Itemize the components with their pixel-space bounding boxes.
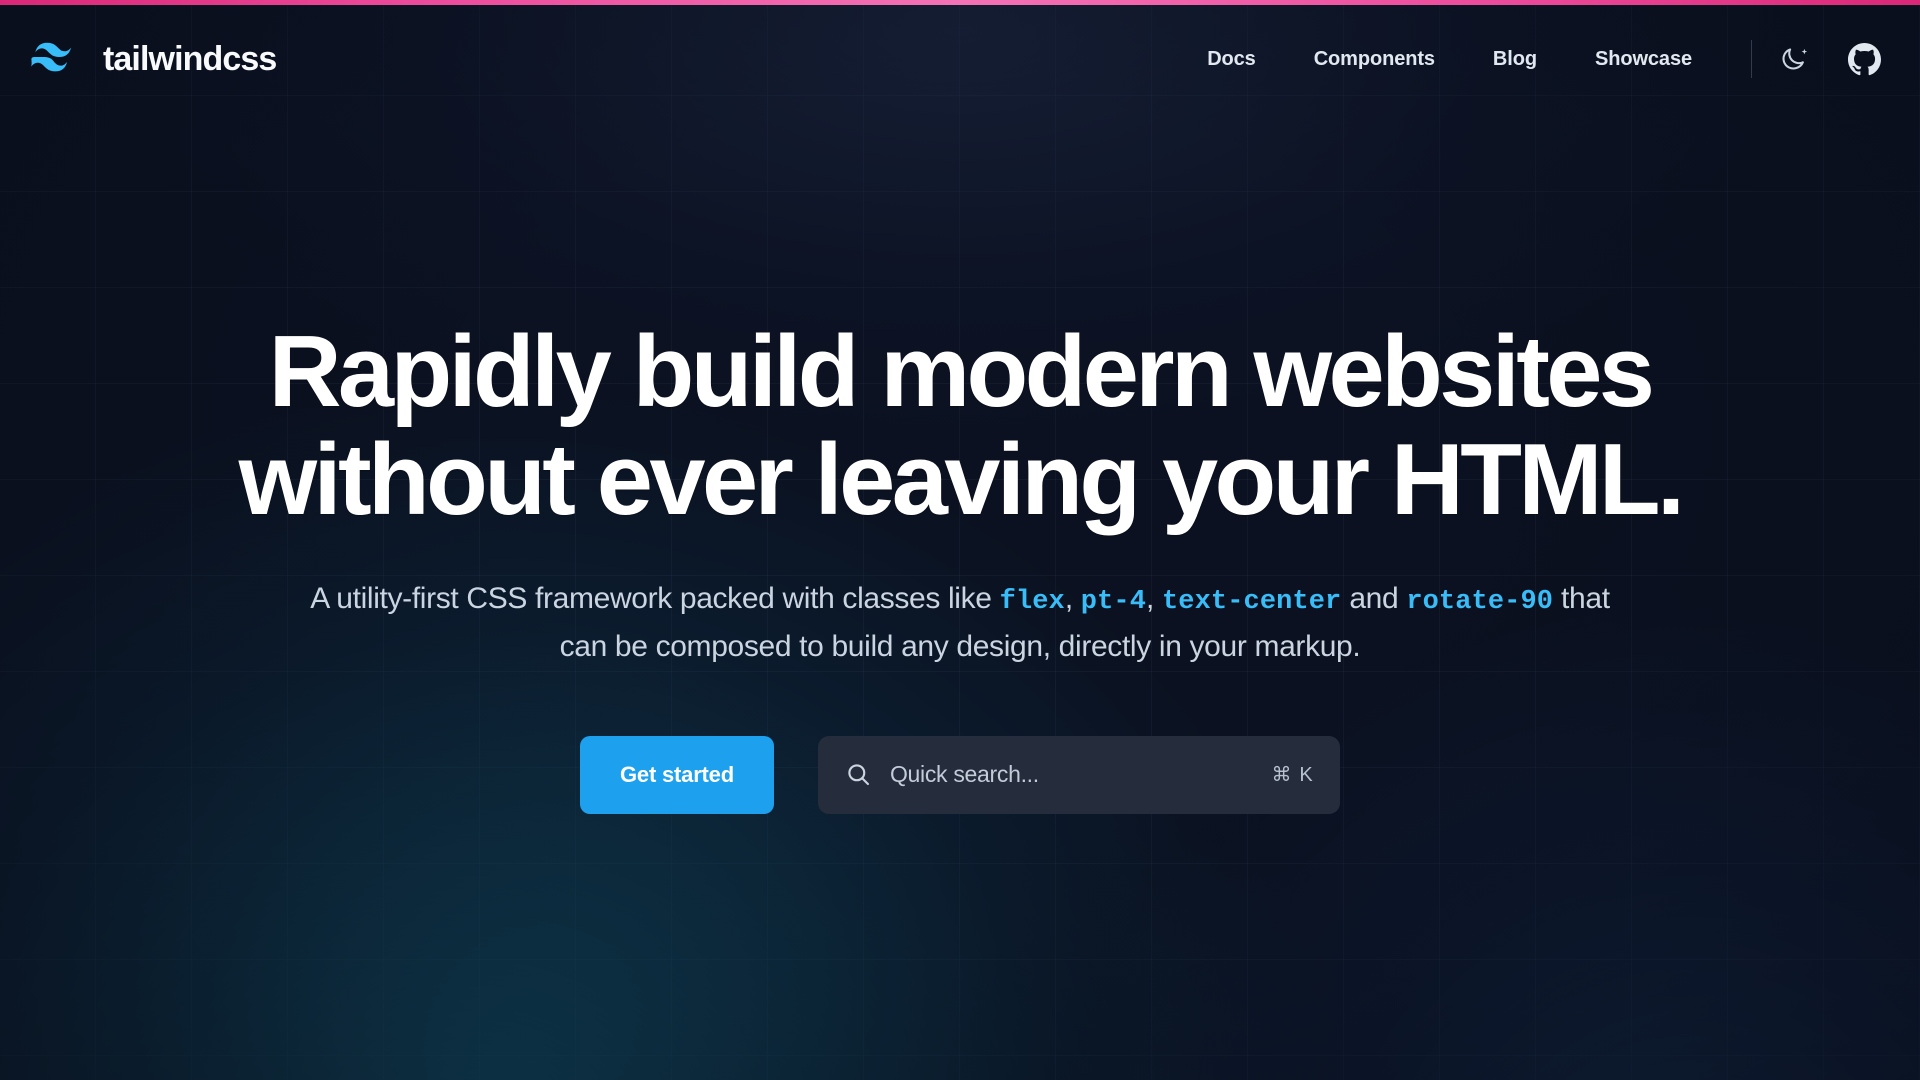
nav-link-showcase[interactable]: Showcase (1566, 42, 1721, 77)
github-link[interactable] (1842, 37, 1886, 81)
search-icon (848, 764, 869, 786)
hero-subtitle: A utility-first CSS framework packed wit… (290, 576, 1630, 670)
class-token-rotate-90: rotate-90 (1406, 587, 1554, 618)
subtitle-text-part-2: and (1341, 582, 1407, 616)
hero-section: Rapidly build modern websites without ev… (0, 118, 1920, 814)
search-placeholder-text: Quick search... (889, 761, 1039, 788)
hero-actions: Get started Quick search... ⌘ K (0, 735, 1920, 814)
search-keyboard-shortcut: ⌘ K (1271, 764, 1314, 787)
primary-nav: Docs Components Blog Showcase (1178, 37, 1892, 81)
top-accent-bar (0, 0, 1920, 5)
subtitle-separator-2: , (1146, 582, 1162, 616)
hero-headline-line-1: Rapidly build modern websites (268, 316, 1655, 428)
site-header: tailwindcss Docs Components Blog Showcas… (0, 0, 1920, 118)
hero-headline: Rapidly build modern websites without ev… (150, 318, 1770, 534)
get-started-button[interactable]: Get started (580, 735, 774, 814)
subtitle-text-part-1: A utility-first CSS framework packed wit… (310, 582, 1000, 616)
nav-link-docs[interactable]: Docs (1178, 42, 1285, 77)
page-content: tailwindcss Docs Components Blog Showcas… (0, 0, 1920, 1080)
theme-toggle-button[interactable] (1774, 37, 1818, 81)
brand-wordmark: tailwindcss (103, 40, 277, 78)
tailwind-wave-logo-icon (31, 42, 72, 72)
github-icon (1847, 42, 1881, 75)
page-root: tailwindcss Docs Components Blog Showcas… (0, 0, 1920, 1080)
moon-stars-icon (1782, 47, 1807, 69)
quick-search-button[interactable]: Quick search... ⌘ K (817, 735, 1340, 814)
subtitle-separator-1: , (1064, 582, 1081, 616)
class-token-text-center: text-center (1162, 587, 1342, 618)
brand-home-link[interactable]: tailwindcss (28, 40, 277, 78)
hero-headline-line-2: without ever leaving your HTML. (238, 424, 1685, 537)
class-token-pt-4: pt-4 (1080, 587, 1147, 618)
nav-link-blog[interactable]: Blog (1464, 42, 1566, 77)
nav-link-components[interactable]: Components (1285, 42, 1464, 77)
nav-divider (1751, 40, 1752, 78)
class-token-flex: flex (999, 587, 1065, 618)
